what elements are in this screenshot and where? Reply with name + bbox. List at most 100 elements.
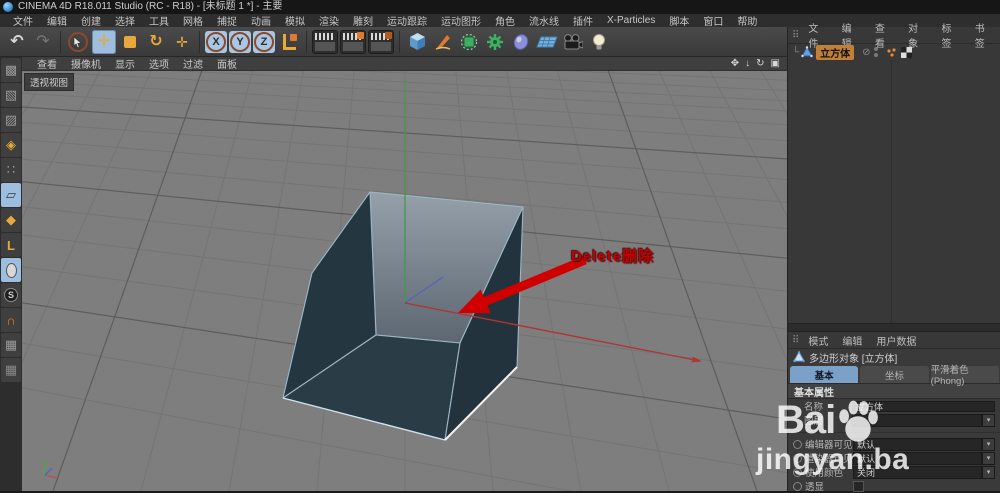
edges-mode-button[interactable]: ▱ [1, 183, 21, 207]
points-mode-button[interactable]: ∷ [1, 158, 21, 182]
om-menu-view[interactable]: 查看 [868, 20, 901, 50]
render-visible-value[interactable]: 默认 [853, 451, 982, 465]
menu-snap[interactable]: 捕捉 [210, 13, 244, 28]
menu-render[interactable]: 渲染 [312, 13, 346, 28]
keyframe-circle-icon[interactable] [793, 481, 802, 491]
environment-button[interactable] [509, 30, 533, 54]
vp-menu-filter[interactable]: 过滤 [176, 57, 210, 71]
floor-button[interactable] [535, 30, 559, 54]
keyframe-circle-icon[interactable] [793, 453, 802, 463]
om-column-divider[interactable] [891, 60, 892, 323]
use-color-value[interactable]: 关闭 [853, 465, 982, 479]
tab-phong[interactable]: 平滑着色(Phong) [930, 365, 999, 387]
use-color-caret-icon[interactable]: ▾ [982, 465, 995, 479]
menu-plugins[interactable]: 插件 [566, 13, 600, 28]
enable-snap-button[interactable]: ∩ [1, 308, 21, 332]
render-settings-button[interactable] [368, 29, 394, 54]
menu-help[interactable]: 帮助 [730, 13, 764, 28]
pan-icon[interactable]: ✥ [731, 58, 739, 69]
menu-animate[interactable]: 动画 [244, 13, 278, 28]
lock-workplane-button[interactable]: ▦ [1, 333, 21, 357]
om-menu-bookmarks[interactable]: 书签 [968, 20, 1000, 50]
vp-menu-display[interactable]: 显示 [108, 57, 142, 71]
menu-simulate[interactable]: 模拟 [278, 13, 312, 28]
vp-menu-options[interactable]: 选项 [142, 57, 176, 71]
toggle-view-icon[interactable]: ▣ [771, 58, 780, 69]
menu-create[interactable]: 创建 [74, 13, 108, 28]
object-name[interactable]: 立方体 [816, 44, 855, 60]
viewport-canvas[interactable] [22, 57, 788, 491]
vp-menu-panel[interactable]: 面板 [210, 57, 244, 71]
menu-character[interactable]: 角色 [488, 13, 522, 28]
menu-motion-tracker[interactable]: 运动跟踪 [380, 13, 434, 28]
snap-s-button[interactable]: S [1, 283, 21, 307]
camera-button[interactable] [561, 30, 585, 54]
lock-z-button[interactable]: Z [253, 30, 275, 53]
grip-icon[interactable]: ⠿ [792, 30, 801, 41]
visibility-dots[interactable] [874, 47, 879, 57]
menu-select[interactable]: 选择 [108, 13, 142, 28]
menu-mesh[interactable]: 网格 [176, 13, 210, 28]
menu-file[interactable]: 文件 [6, 13, 40, 28]
keyframe-circle-icon[interactable] [793, 439, 802, 449]
model-mode-button[interactable]: ▧ [1, 83, 21, 107]
am-menu-userdata[interactable]: 用户数据 [869, 333, 923, 348]
viewport-solo-button[interactable] [1, 258, 21, 282]
keyframe-circle-icon[interactable] [793, 467, 802, 477]
object-manager-body[interactable] [788, 60, 1000, 323]
selection-tag-icon[interactable] [886, 47, 897, 58]
om-menu-tags[interactable]: 标签 [934, 20, 967, 50]
tab-coordinates[interactable]: 坐标 [860, 366, 929, 383]
orbit-icon[interactable]: ↻ [756, 58, 764, 69]
subdivision-surface-button[interactable] [457, 30, 481, 54]
render-view-button[interactable] [312, 29, 338, 54]
render-picture-viewer-button[interactable] [340, 29, 366, 54]
lock-y-button[interactable]: Y [229, 30, 251, 53]
panel-splitter[interactable] [788, 323, 1000, 332]
name-input[interactable] [852, 400, 995, 412]
undo-button[interactable]: ↶ [5, 30, 29, 54]
menu-sculpt[interactable]: 雕刻 [346, 13, 380, 28]
zoom-icon[interactable]: ↓ [745, 58, 750, 69]
workplane-mode-button[interactable]: ◈ [1, 133, 21, 157]
menu-tools[interactable]: 工具 [142, 13, 176, 28]
light-button[interactable] [587, 30, 611, 54]
tab-basic[interactable]: 基本 [790, 366, 859, 383]
om-menu-objects[interactable]: 对象 [901, 20, 934, 50]
cube-object[interactable] [282, 191, 524, 441]
redo-button[interactable]: ↷ [31, 30, 55, 54]
vp-menu-cameras[interactable]: 摄像机 [64, 57, 108, 71]
align-workplane-button[interactable]: ▦ [1, 358, 21, 382]
menu-mograph[interactable]: 运动图形 [434, 13, 488, 28]
am-menu-mode[interactable]: 模式 [801, 333, 835, 348]
coordinate-system-button[interactable] [277, 30, 301, 54]
deformer-button[interactable] [483, 30, 507, 54]
editor-visible-caret-icon[interactable]: ▾ [982, 437, 995, 451]
editor-visible-value[interactable]: 默认 [853, 437, 982, 451]
menu-window[interactable]: 窗口 [696, 13, 730, 28]
enable-axis-button[interactable]: L [1, 233, 21, 257]
layer-value[interactable] [852, 413, 982, 427]
live-selection-button[interactable] [66, 30, 90, 54]
viewport[interactable]: 查看 摄像机 显示 选项 过滤 面板 ✥ ↓ ↻ ▣ 透视视图 Delete删除 [22, 57, 788, 491]
grip-icon[interactable]: ⠿ [792, 335, 801, 346]
menu-xparticles[interactable]: X-Particles [600, 15, 662, 26]
polygons-mode-button[interactable]: ◆ [1, 208, 21, 232]
last-tool-button[interactable]: ✛ [170, 30, 194, 54]
layer-caret-icon[interactable]: ▾ [982, 413, 995, 427]
xray-checkbox[interactable] [853, 480, 864, 492]
menu-script[interactable]: 脚本 [662, 13, 696, 28]
primitive-cube-button[interactable] [405, 30, 429, 54]
lock-x-button[interactable]: X [205, 30, 227, 53]
make-editable-button[interactable]: ▩ [1, 58, 21, 82]
am-menu-edit[interactable]: 编辑 [835, 333, 869, 348]
spline-pen-button[interactable] [431, 30, 455, 54]
texture-mode-button[interactable]: ▨ [1, 108, 21, 132]
vp-menu-view[interactable]: 查看 [30, 57, 64, 71]
uvw-tag-icon[interactable] [901, 46, 913, 58]
menu-pipeline[interactable]: 流水线 [522, 13, 566, 28]
render-visible-caret-icon[interactable]: ▾ [982, 451, 995, 465]
layer-slash-icon[interactable]: ⊘ [862, 47, 870, 58]
rotate-tool-button[interactable]: ↻ [144, 30, 168, 54]
viewport-label[interactable]: 透视视图 [24, 73, 75, 91]
